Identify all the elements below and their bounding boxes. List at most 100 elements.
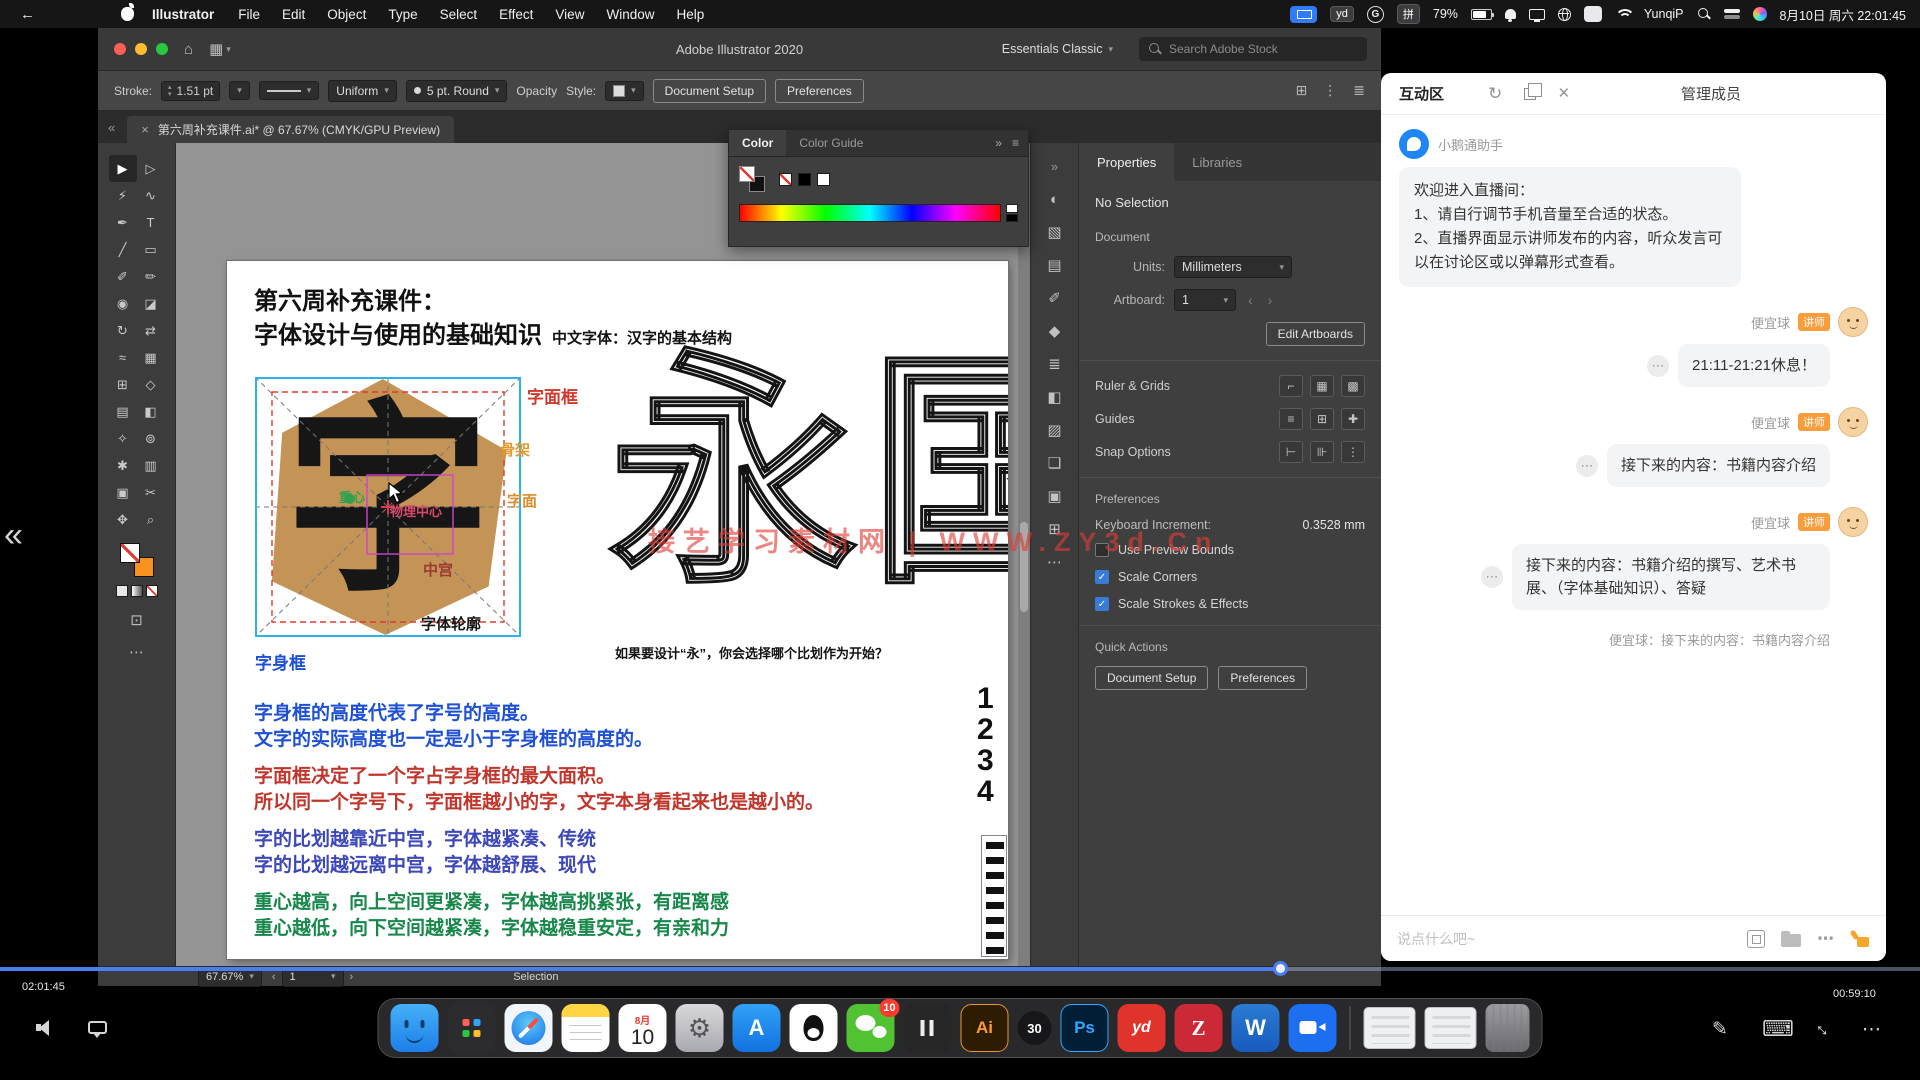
launchpad-icon[interactable] <box>448 1004 496 1052</box>
color-spectrum-slider[interactable] <box>739 204 1001 222</box>
control-center-icon[interactable] <box>1724 8 1740 20</box>
video-progress-bar[interactable] <box>0 967 1920 971</box>
google-badge[interactable]: G <box>1367 6 1384 23</box>
volume-icon[interactable] <box>36 1020 56 1036</box>
keyboard-increment-value[interactable]: 0.3528 mm <box>1302 518 1365 532</box>
tab-properties[interactable]: Properties <box>1079 143 1174 181</box>
menu-object[interactable]: Object <box>327 7 366 22</box>
shape-builder-tool[interactable]: ⊞ <box>109 371 137 398</box>
chat-bubble-icon[interactable] <box>88 1021 107 1034</box>
minimized-window-thumbnail[interactable] <box>1425 1007 1477 1049</box>
panel-menu-icon[interactable]: ≡ <box>1012 136 1019 150</box>
trash-icon[interactable] <box>1486 1004 1530 1052</box>
stroke-weight-select[interactable]: ▾ <box>229 81 250 100</box>
drawing-modes-icon[interactable]: ⊡ <box>130 611 143 629</box>
tab-color-guide[interactable]: Color Guide <box>786 130 876 156</box>
fill-proxy[interactable] <box>739 166 755 182</box>
wechat-icon[interactable]: 10 <box>847 1004 895 1052</box>
workspace-switcher[interactable]: Essentials Classic▾ <box>1002 42 1113 56</box>
stroke-weight-stepper[interactable]: ▴▾ 1.51 pt <box>161 81 220 101</box>
safari-icon[interactable] <box>505 1004 553 1052</box>
direct-selection-tool[interactable]: ▷ <box>137 155 165 182</box>
menu-window[interactable]: Window <box>606 7 654 22</box>
menu-effect[interactable]: Effect <box>499 7 533 22</box>
menu-type[interactable]: Type <box>388 7 417 22</box>
vertical-scrollbar[interactable] <box>1018 143 1030 966</box>
close-icon[interactable]: × <box>1558 83 1569 105</box>
chat-input[interactable] <box>1397 931 1747 947</box>
chat-messages[interactable]: 小鹅通助手 欢迎进入直播间：1、请自行调节手机音量至合适的状态。2、直播界面显示… <box>1381 115 1886 915</box>
slice-tool[interactable]: ✂ <box>137 479 165 506</box>
appearance-panel-icon[interactable]: ❏ <box>1039 448 1071 478</box>
black-swatch[interactable] <box>798 173 811 186</box>
spotlight-search-icon[interactable] <box>1697 7 1711 21</box>
rotate-tool[interactable]: ↻ <box>109 317 137 344</box>
minimized-window-thumbnail[interactable] <box>1364 1007 1416 1049</box>
menu-icon[interactable]: ≣ <box>1353 82 1365 99</box>
next-artboard-icon[interactable]: › <box>1265 292 1276 308</box>
width-tool[interactable]: ≈ <box>109 344 137 371</box>
stepper-arrows-icon[interactable]: ▴▾ <box>168 84 172 98</box>
none-mode-icon[interactable] <box>146 585 158 597</box>
tab-color[interactable]: Color <box>729 130 786 156</box>
more-icon[interactable]: ⋯ <box>1862 1018 1881 1041</box>
checkbox-scale-corners[interactable]: ✓Scale Corners <box>1095 570 1365 584</box>
collapse-panels-icon[interactable]: » <box>1039 151 1071 181</box>
zoom-tool[interactable]: ⌕ <box>137 506 165 533</box>
blob-brush-tool[interactable]: ◉ <box>109 290 137 317</box>
arrange-documents-icon[interactable]: ▦ <box>209 40 223 58</box>
layers-panel-icon[interactable]: ⊞ <box>1039 514 1071 544</box>
artboards-panel-icon[interactable]: ⋯ <box>1039 547 1071 577</box>
gradient-mode-icon[interactable] <box>131 585 143 597</box>
color-panel-icon[interactable]: ◐ <box>1039 184 1071 214</box>
snap-icon-2[interactable]: ⊪ <box>1310 441 1334 463</box>
fill-swatch[interactable] <box>120 543 140 563</box>
battery-percent[interactable]: 79% <box>1433 7 1458 21</box>
youdao-badge[interactable]: yd <box>1330 6 1354 22</box>
checkbox-box[interactable]: ✓ <box>1095 570 1109 584</box>
variable-width-select[interactable]: Uniform▾ <box>328 80 397 102</box>
thumbs-up-icon[interactable] <box>1850 929 1870 949</box>
gradient-panel-icon[interactable]: ◧ <box>1039 382 1071 412</box>
app-badge[interactable] <box>1584 6 1602 22</box>
close-window-button[interactable] <box>114 43 126 55</box>
meeting-icon[interactable] <box>1289 1004 1337 1052</box>
scrollbar-thumb[interactable] <box>1020 522 1028 613</box>
adobe-stock-search[interactable]: Search Adobe Stock <box>1139 37 1367 61</box>
type-tool[interactable]: T <box>137 209 165 236</box>
assistant-icon[interactable] <box>1753 7 1767 21</box>
pause-indicator-icon[interactable] <box>904 1004 952 1052</box>
keyboard-icon[interactable]: ⌨ <box>1762 1016 1794 1042</box>
checkbox-box[interactable]: ✓ <box>1095 597 1109 611</box>
graphic-style-select[interactable]: ▾ <box>605 81 644 101</box>
eraser-tool[interactable]: ◪ <box>137 290 165 317</box>
input-method-badge[interactable]: 拼 <box>1397 4 1420 24</box>
popout-icon[interactable] <box>1524 88 1536 100</box>
brush-select[interactable]: 5 pt. Round▾ <box>406 80 508 102</box>
document-tab[interactable]: × 第六周补充课件.ai* @ 67.67% (CMYK/GPU Preview… <box>127 116 454 143</box>
quick-action-document-setup[interactable]: Document Setup <box>1095 666 1208 690</box>
collapse-sidebar-icon[interactable]: « <box>4 516 23 555</box>
none-swatch[interactable] <box>779 173 792 186</box>
more-tools-icon[interactable]: ⋯ <box>129 643 144 661</box>
hand-tool[interactable]: ✥ <box>109 506 137 533</box>
more-options-icon[interactable]: ⋯ <box>1817 929 1834 949</box>
checkbox-scale-strokes-effects[interactable]: ✓Scale Strokes & Effects <box>1095 597 1365 611</box>
magic-wand-tool[interactable]: ⚡ <box>109 182 137 209</box>
document-setup-button[interactable]: Document Setup <box>653 79 766 103</box>
rectangle-tool[interactable]: ▭ <box>137 236 165 263</box>
color-mode-icon[interactable] <box>116 585 128 597</box>
youdao-icon[interactable]: yd <box>1118 1004 1166 1052</box>
menu-file[interactable]: File <box>238 7 260 22</box>
previous-artboard-icon[interactable]: ‹ <box>272 971 276 983</box>
pencil-icon[interactable]: ✎ <box>1712 1018 1728 1041</box>
previous-artboard-icon[interactable]: ‹ <box>1245 292 1256 308</box>
guides-icon-1[interactable]: ≡ <box>1279 408 1303 430</box>
artboard[interactable]: 第六周补充课件： 字体设计与使用的基础知识 中文字体：汉字的基本结构 字 <box>227 261 1008 959</box>
menu-help[interactable]: Help <box>676 7 704 22</box>
pencil-tool[interactable]: ✏ <box>137 263 165 290</box>
battery-icon[interactable] <box>1471 9 1492 20</box>
minimize-window-button[interactable] <box>135 43 147 55</box>
screen-share-icon[interactable] <box>1290 6 1317 23</box>
fullscreen-icon[interactable]: ↔ <box>1809 1015 1838 1044</box>
